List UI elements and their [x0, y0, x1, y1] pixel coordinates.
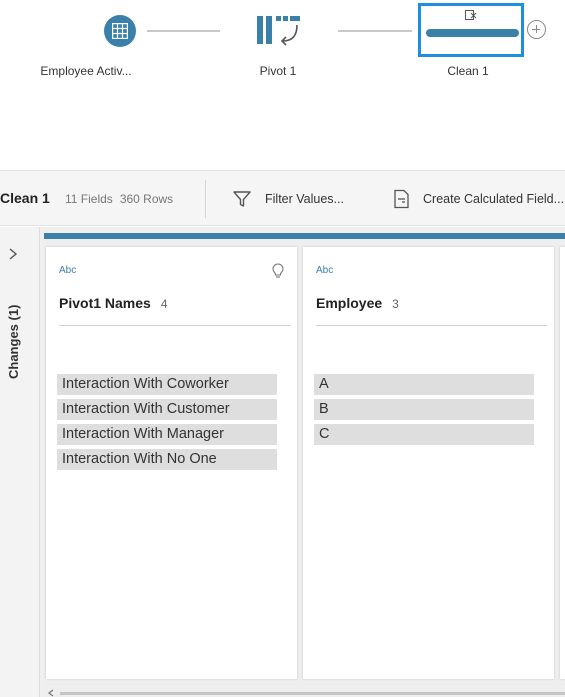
- flow-connector: [338, 30, 412, 32]
- row-count: 360 Rows: [119, 192, 174, 206]
- value-item[interactable]: A: [314, 374, 534, 395]
- flow-connector: [147, 30, 220, 32]
- input-node-label: Employee Activ...: [40, 64, 132, 78]
- flow-pane: Employee Activ... Pivot 1 Clean 1: [0, 0, 565, 170]
- create-calculated-field-button[interactable]: Create Calculated Field...: [393, 185, 565, 213]
- value-item[interactable]: Interaction With No One: [57, 449, 277, 470]
- value-item[interactable]: C: [314, 424, 534, 445]
- table-icon: [112, 23, 128, 39]
- input-node[interactable]: [104, 15, 136, 47]
- value-item[interactable]: Interaction With Customer: [57, 399, 277, 420]
- filter-values-button[interactable]: Filter Values...: [232, 185, 362, 213]
- create-calculated-field-label: Create Calculated Field...: [423, 192, 565, 206]
- profile-pane: Abc Pivot1 Names 4 Interaction With Cowor…: [44, 227, 565, 697]
- chevron-right-icon[interactable]: [8, 247, 18, 261]
- horizontal-scrollbar[interactable]: [60, 692, 565, 695]
- clean-node[interactable]: [418, 3, 524, 57]
- value-item[interactable]: Interaction With Coworker: [57, 374, 277, 395]
- value-list: Interaction With Coworker Interaction Wi…: [57, 374, 277, 474]
- profile-main: Changes (1) Abc Pivot1 Names 4 Interactio…: [0, 227, 565, 697]
- card-divider: [316, 325, 547, 326]
- field-name-text: Employee: [316, 295, 383, 311]
- distinct-count: 4: [160, 297, 168, 311]
- field-name-text: Pivot1 Names: [59, 295, 151, 311]
- scroll-left-icon[interactable]: [48, 689, 54, 697]
- prep-window: Employee Activ... Pivot 1 Clean 1 Clean …: [0, 0, 565, 697]
- profile-card-employee[interactable]: Abc Employee 3 A B C: [303, 247, 554, 679]
- pivot-node-label: Pivot 1: [259, 64, 297, 78]
- filter-icon: [233, 191, 251, 207]
- filter-values-label: Filter Values...: [265, 192, 344, 206]
- profile-header-stripe: [44, 233, 565, 239]
- clean-node-label: Clean 1: [447, 64, 489, 78]
- profile-card-pivot1-names[interactable]: Abc Pivot1 Names 4 Interaction With Cowor…: [46, 247, 297, 679]
- changes-label: Changes (1): [6, 304, 21, 379]
- calculated-field-icon: [394, 189, 409, 209]
- distinct-count: 3: [392, 297, 399, 311]
- value-item[interactable]: B: [314, 399, 534, 420]
- lightbulb-icon[interactable]: [272, 263, 284, 279]
- profile-toolbar: Clean 1 11 Fields 360 Rows Filter Values.…: [0, 170, 565, 226]
- field-name[interactable]: Employee 3: [316, 295, 399, 311]
- clean-icon: [465, 10, 477, 20]
- clean-step-bar: [426, 29, 519, 37]
- value-item[interactable]: Interaction With Manager: [57, 424, 277, 445]
- changes-panel[interactable]: Changes (1): [0, 227, 40, 697]
- plus-circle-icon[interactable]: [527, 20, 546, 39]
- profile-card-partial[interactable]: [560, 247, 565, 679]
- pivot-icon[interactable]: [255, 14, 303, 48]
- step-title: Clean 1: [0, 190, 50, 206]
- toolbar-divider: [205, 180, 206, 218]
- data-type-label[interactable]: Abc: [316, 265, 333, 276]
- field-count: 11 Fields: [65, 192, 113, 206]
- value-list: A B C: [314, 374, 534, 449]
- step-stats: 11 Fields 360 Rows: [65, 192, 173, 206]
- data-type-label[interactable]: Abc: [59, 265, 76, 276]
- field-name[interactable]: Pivot1 Names 4: [59, 295, 168, 311]
- card-divider: [59, 325, 290, 326]
